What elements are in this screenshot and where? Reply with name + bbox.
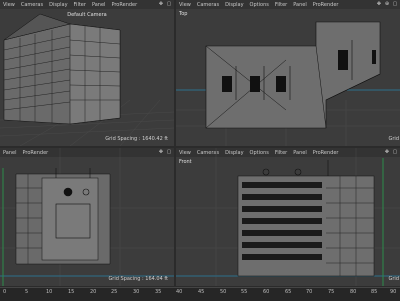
timeline-tick: 65 (285, 289, 292, 295)
right-viewport[interactable]: Panel ProRender ✥ ▢ Grid Spacing : 164.0… (0, 148, 174, 286)
timeline-tick: 55 (241, 289, 248, 295)
timeline-tick: 0 (3, 289, 7, 295)
timeline-tick: 60 (263, 289, 270, 295)
timeline-tick: 20 (90, 289, 97, 295)
timeline-tick: 80 (350, 289, 357, 295)
timeline-tick: 50 (220, 289, 227, 295)
front-elevation-wireframe (176, 148, 400, 286)
right-elevation-wireframe (0, 148, 174, 286)
timeline-tick: 70 (306, 289, 313, 295)
grid-spacing-readout: Grid (388, 136, 400, 142)
timeline-tick: 35 (155, 289, 162, 295)
timeline-tick: 90 (390, 289, 397, 295)
timeline-tick: 25 (111, 289, 118, 295)
timeline-tick: 85 (371, 289, 378, 295)
grid-spacing-readout: Grid Spacing : 164.04 ft (108, 276, 168, 282)
grid-spacing-readout: Grid Spacing : 1640.42 ft (105, 136, 168, 142)
timeline-tick: 40 (176, 289, 183, 295)
perspective-building-wireframe (0, 13, 174, 146)
timeline-tick: 75 (328, 289, 335, 295)
timeline-tick: 45 (198, 289, 205, 295)
timeline-tick: 15 (68, 289, 75, 295)
timeline-ruler[interactable]: 0 5 10 15 20 25 30 35 40 45 50 55 60 65 … (0, 287, 400, 301)
front-viewport[interactable]: View Cameras Display Options Filter Pane… (176, 148, 400, 286)
timeline-tick: 5 (25, 289, 29, 295)
perspective-viewport[interactable]: View Cameras Display Filter Panel ProRen… (0, 0, 174, 146)
grid-spacing-readout: Grid (388, 276, 400, 282)
top-plan-wireframe (176, 21, 400, 146)
timeline-tick: 30 (133, 289, 140, 295)
top-viewport[interactable]: View Cameras Display Options Filter Pane… (176, 0, 400, 146)
timeline-tick: 10 (46, 289, 53, 295)
